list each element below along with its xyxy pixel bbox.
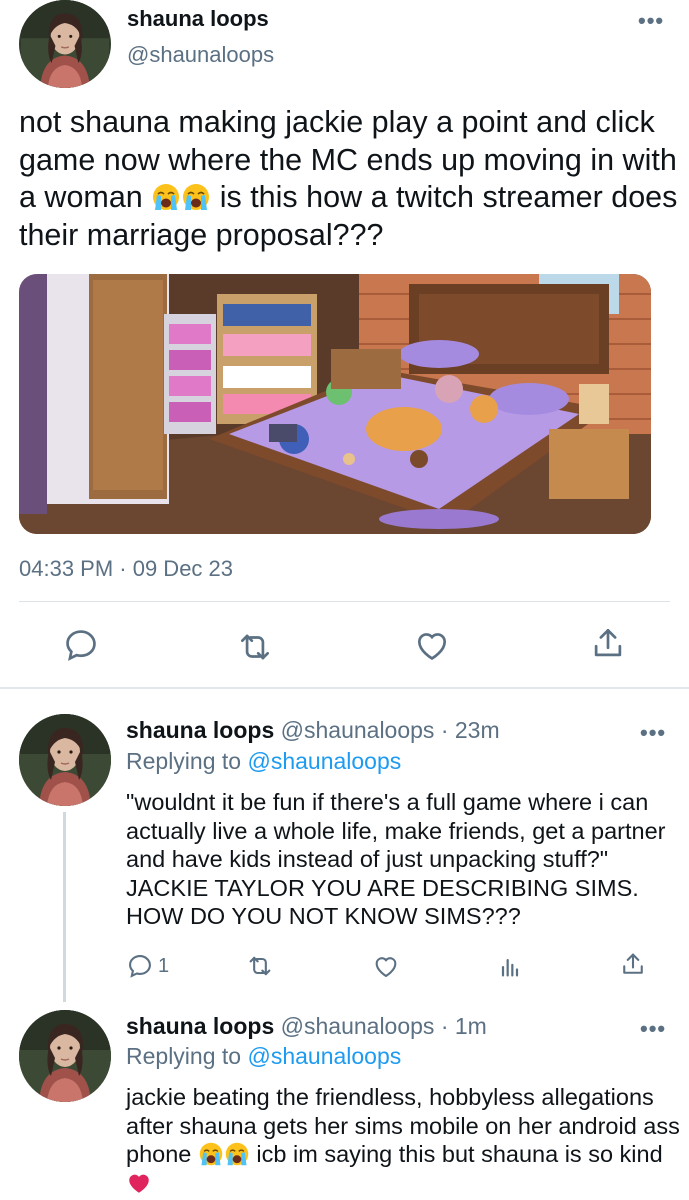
retweet-icon[interactable] <box>236 628 274 666</box>
more-icon[interactable]: ••• <box>640 722 666 744</box>
loudly-crying-face-emoji <box>181 182 211 212</box>
reply-text: "wouldnt it be fun if there's a full gam… <box>126 789 666 929</box>
more-icon[interactable]: ••• <box>640 1018 666 1040</box>
like-icon[interactable] <box>372 952 400 980</box>
avatar-image <box>19 1010 111 1102</box>
separator-dot: · <box>434 1013 455 1039</box>
author-name[interactable]: shauna loops <box>126 1013 274 1039</box>
author-name[interactable]: shauna loops <box>126 717 274 743</box>
replying-to: Replying to @shaunaloops <box>126 748 401 775</box>
replying-to-handle[interactable]: @shaunaloops <box>247 748 401 774</box>
avatar[interactable] <box>19 714 111 806</box>
avatar[interactable] <box>19 0 111 88</box>
replying-to-label: Replying to <box>126 748 248 774</box>
author-handle[interactable]: @shaunaloops <box>281 717 435 743</box>
avatar-image <box>19 714 111 806</box>
main-tweet: shauna loops @shaunaloops ••• not shauna… <box>0 0 689 688</box>
reply-header: shauna loops @shaunaloops · 1m <box>126 1013 487 1040</box>
red-heart-emoji <box>126 1170 152 1196</box>
avatar-image <box>21 0 109 88</box>
more-icon[interactable]: ••• <box>638 10 664 32</box>
tweet-timestamp[interactable]: 04:33 PM · 09 Dec 23 <box>19 556 233 582</box>
avatar[interactable] <box>19 1010 111 1102</box>
section-divider <box>0 687 689 689</box>
author-name[interactable]: shauna loops <box>127 6 269 32</box>
cozy-bedroom-game-image <box>19 274 651 534</box>
tweet-media-image[interactable] <box>19 274 651 534</box>
reply-time[interactable]: 23m <box>455 717 500 743</box>
replying-to-handle[interactable]: @shaunaloops <box>247 1043 401 1069</box>
reply-header: shauna loops @shaunaloops · 23m <box>126 717 500 744</box>
loudly-crying-face-emoji <box>198 1141 224 1167</box>
divider <box>19 601 670 602</box>
share-icon[interactable] <box>619 950 647 978</box>
analytics-icon[interactable] <box>496 952 524 980</box>
replying-to-label: Replying to <box>126 1043 248 1069</box>
author-handle[interactable]: @shaunaloops <box>127 42 274 68</box>
reply-count: 1 <box>158 955 170 977</box>
reply-icon[interactable] <box>62 626 100 664</box>
reply-time[interactable]: 1m <box>455 1013 487 1039</box>
loudly-crying-face-emoji <box>224 1141 250 1167</box>
reply-text: jackie beating the friendless, hobbyless… <box>126 1083 686 1197</box>
replying-to: Replying to @shaunaloops <box>126 1043 401 1070</box>
tweet-text: not shauna making jackie play a point an… <box>19 104 684 254</box>
reply-text-part2: icb im saying this but shauna is so kind <box>249 1141 663 1167</box>
retweet-icon[interactable] <box>246 952 274 980</box>
separator-dot: · <box>434 717 455 743</box>
thread-line <box>63 812 66 1002</box>
author-handle[interactable]: @shaunaloops <box>281 1013 435 1039</box>
loudly-crying-face-emoji <box>151 182 181 212</box>
like-icon[interactable] <box>413 626 451 664</box>
reply-icon[interactable] <box>126 952 154 980</box>
share-icon[interactable] <box>589 624 627 662</box>
